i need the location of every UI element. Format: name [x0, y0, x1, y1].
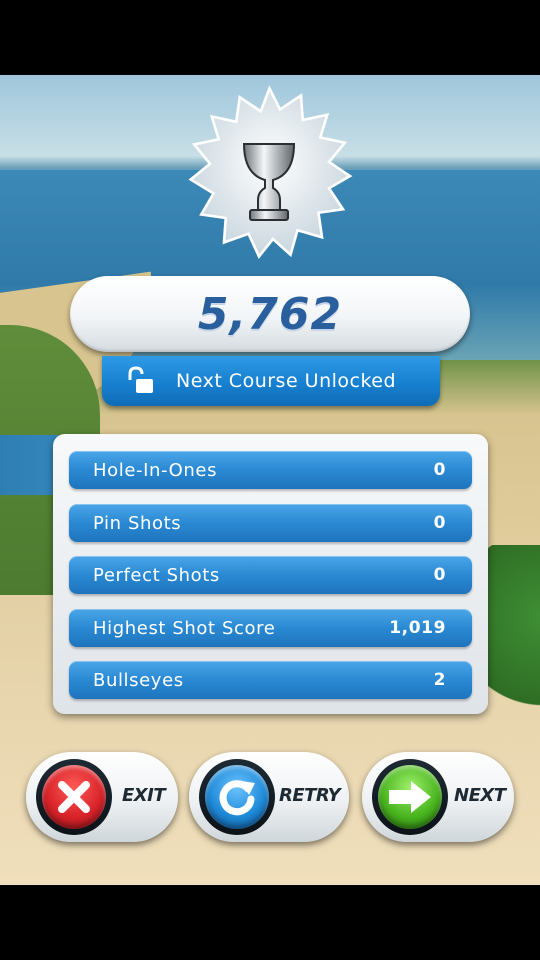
- round-stats-panel: Hole-In-Ones 0 Pin Shots 0 Perfect Shots…: [53, 434, 488, 714]
- stat-row-bullseyes: Bullseyes 2: [69, 661, 472, 699]
- next-course-unlocked-banner: Next Course Unlocked: [102, 356, 440, 406]
- unlock-message: Next Course Unlocked: [176, 370, 397, 392]
- exit-label: EXIT: [122, 785, 166, 806]
- unlocked-padlock-icon: [128, 366, 153, 393]
- stat-label: Bullseyes: [93, 670, 184, 691]
- stat-row-perfect-shots: Perfect Shots 0: [69, 556, 472, 594]
- refresh-icon: [219, 780, 255, 816]
- stat-label: Hole-In-Ones: [93, 460, 218, 481]
- stat-value: 0: [433, 513, 446, 533]
- stat-value: 0: [433, 565, 446, 585]
- total-score: 5,762: [197, 288, 343, 340]
- retry-button[interactable]: RETRY: [189, 752, 349, 842]
- arrow-right-icon: [389, 781, 431, 813]
- retry-label: RETRY: [279, 785, 341, 806]
- stat-value: 0: [433, 460, 446, 480]
- stat-label: Pin Shots: [93, 513, 182, 534]
- silver-trophy-icon: [242, 143, 296, 221]
- stat-label: Perfect Shots: [93, 565, 220, 586]
- stat-row-highest-shot-score: Highest Shot Score 1,019: [69, 609, 472, 647]
- stat-label: Highest Shot Score: [93, 618, 276, 639]
- score-display: 5,762: [70, 276, 470, 352]
- next-label: NEXT: [454, 785, 506, 806]
- stat-value: 2: [433, 670, 446, 690]
- close-icon: [58, 781, 90, 813]
- stat-value: 1,019: [389, 618, 446, 638]
- stat-row-pin-shots: Pin Shots 0: [69, 504, 472, 542]
- next-button[interactable]: NEXT: [362, 752, 514, 842]
- exit-button[interactable]: EXIT: [26, 752, 178, 842]
- palm-tree: [480, 545, 540, 725]
- stat-row-hole-in-ones: Hole-In-Ones 0: [69, 451, 472, 489]
